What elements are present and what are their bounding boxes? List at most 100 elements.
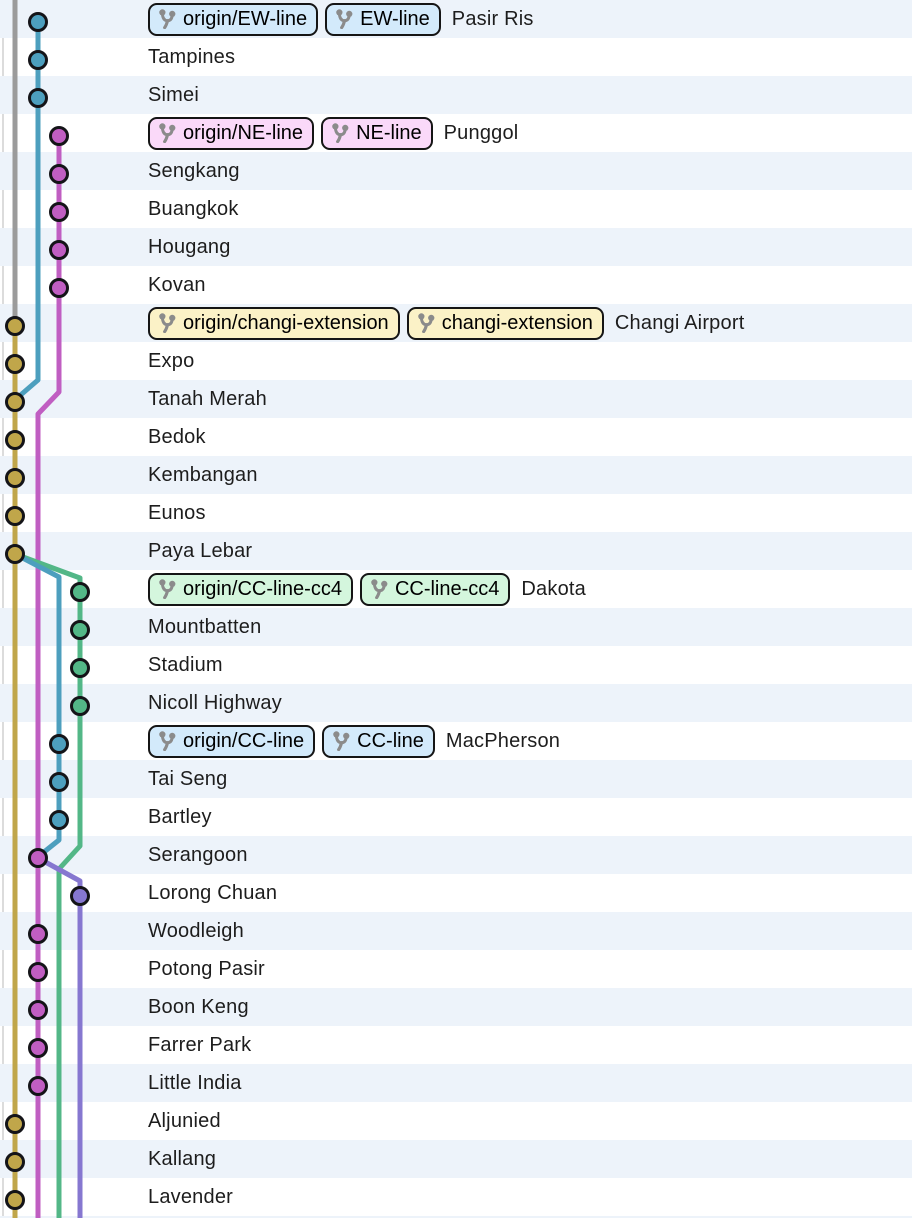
git-branch-icon xyxy=(159,123,176,143)
commit-row[interactable]: Eunos xyxy=(0,494,912,532)
commit-row[interactable]: origin/CC-line-cc4 CC-line-cc4 Dakota xyxy=(0,570,912,608)
commit-row[interactable]: Aljunied xyxy=(0,1102,912,1140)
branch-badge-cc-line[interactable]: CC-line xyxy=(322,724,435,758)
branch-badge-origin-ne-line[interactable]: origin/NE-line xyxy=(148,116,315,150)
commit-row[interactable]: origin/NE-line NE-line Punggol xyxy=(0,114,912,152)
git-branch-icon xyxy=(159,313,176,333)
branch-badge-changi-extension[interactable]: changi-extension xyxy=(406,306,604,340)
commit-row[interactable]: Sengkang xyxy=(0,152,912,190)
commit-dot-buangkok[interactable] xyxy=(49,202,69,222)
commit-row[interactable]: Lavender xyxy=(0,1178,912,1216)
commit-dot-woodleigh[interactable] xyxy=(28,924,48,944)
commit-station-label: Kovan xyxy=(148,273,206,296)
commit-dot-dakota[interactable] xyxy=(70,582,90,602)
commit-dot-punggol[interactable] xyxy=(49,126,69,146)
branch-badge-label: EW-line xyxy=(360,7,430,30)
commit-row[interactable]: origin/changi-extension changi-extension… xyxy=(0,304,912,342)
commit-station-label: Tai Seng xyxy=(148,767,228,790)
commit-station-label: Pasir Ris xyxy=(451,7,534,30)
git-branch-icon xyxy=(371,579,388,599)
commit-dot-changi-airport[interactable] xyxy=(5,316,25,336)
commit-station-label: Buangkok xyxy=(148,197,239,220)
commit-dot-aljunied[interactable] xyxy=(5,1114,25,1134)
commit-row[interactable]: Tanah Merah xyxy=(0,380,912,418)
commit-dot-paya-lebar[interactable] xyxy=(5,544,25,564)
commit-row[interactable]: Bedok xyxy=(0,418,912,456)
commit-row[interactable]: Nicoll Highway xyxy=(0,684,912,722)
branch-badge-label: origin/CC-line-cc4 xyxy=(183,577,342,600)
commit-dot-boon-keng[interactable] xyxy=(28,1000,48,1020)
commit-dot-sengkang[interactable] xyxy=(49,164,69,184)
commit-dot-expo[interactable] xyxy=(5,354,25,374)
branch-badge-origin-changi-extension[interactable]: origin/changi-extension xyxy=(148,306,400,340)
commit-station-label: Paya Lebar xyxy=(148,539,253,562)
commit-station-label: Serangoon xyxy=(148,843,248,866)
commit-row[interactable]: Hougang xyxy=(0,228,912,266)
commit-row[interactable]: Kallang xyxy=(0,1140,912,1178)
commit-dot-potong-pasir[interactable] xyxy=(28,962,48,982)
commit-row[interactable]: Expo xyxy=(0,342,912,380)
commit-dot-hougang[interactable] xyxy=(49,240,69,260)
git-branch-icon xyxy=(159,579,176,599)
commit-row[interactable]: Woodleigh xyxy=(0,912,912,950)
branch-badge-origin-cc-line[interactable]: origin/CC-line xyxy=(148,724,316,758)
commit-row[interactable]: origin/CC-line CC-line MacPherson xyxy=(0,722,912,760)
commit-dot-eunos[interactable] xyxy=(5,506,25,526)
commit-dot-kallang[interactable] xyxy=(5,1152,25,1172)
commit-row[interactable]: Farrer Park xyxy=(0,1026,912,1064)
commit-dot-bedok[interactable] xyxy=(5,430,25,450)
commit-dot-tanah-merah[interactable] xyxy=(5,392,25,412)
commit-station-label: MacPherson xyxy=(445,729,561,752)
branch-badge-cc-line-cc4[interactable]: CC-line-cc4 xyxy=(359,572,511,606)
commit-row[interactable]: origin/EW-line EW-line Pasir Ris xyxy=(0,0,912,38)
commit-dot-farrer-park[interactable] xyxy=(28,1038,48,1058)
commit-dot-tampines[interactable] xyxy=(28,50,48,70)
commit-row[interactable]: Simei xyxy=(0,76,912,114)
commit-row[interactable]: Kovan xyxy=(0,266,912,304)
commit-row[interactable]: Stadium xyxy=(0,646,912,684)
commit-row[interactable]: Mountbatten xyxy=(0,608,912,646)
commit-station-label: Woodleigh xyxy=(148,919,244,942)
commit-dot-nicoll-highway[interactable] xyxy=(70,696,90,716)
commit-station-label: Tanah Merah xyxy=(148,387,267,410)
branch-badge-origin-ew-line[interactable]: origin/EW-line xyxy=(148,2,319,36)
commit-dot-macpherson[interactable] xyxy=(49,734,69,754)
commit-dot-kembangan[interactable] xyxy=(5,468,25,488)
commit-station-label: Sengkang xyxy=(148,159,240,182)
commit-row[interactable]: Tai Seng xyxy=(0,760,912,798)
branch-badge-ew-line[interactable]: EW-line xyxy=(325,2,441,36)
commit-station-label: Expo xyxy=(148,349,195,372)
commit-station-label: Lavender xyxy=(148,1185,233,1208)
branch-badge-origin-cc-line-cc4[interactable]: origin/CC-line-cc4 xyxy=(148,572,353,606)
git-branch-icon xyxy=(332,123,349,143)
commit-row[interactable]: Kembangan xyxy=(0,456,912,494)
commit-dot-serangoon[interactable] xyxy=(28,848,48,868)
commit-dot-pasir-ris[interactable] xyxy=(28,12,48,32)
git-branch-icon xyxy=(333,731,350,751)
commit-row[interactable]: Boon Keng xyxy=(0,988,912,1026)
commit-dot-lorong-chuan[interactable] xyxy=(70,886,90,906)
commit-station-label: Dakota xyxy=(521,577,586,600)
commit-dot-kovan[interactable] xyxy=(49,278,69,298)
commit-row[interactable]: Lorong Chuan xyxy=(0,874,912,912)
commit-dot-mountbatten[interactable] xyxy=(70,620,90,640)
commit-row[interactable]: Tampines xyxy=(0,38,912,76)
commit-dot-lavender[interactable] xyxy=(5,1190,25,1210)
commit-dot-tai-seng[interactable] xyxy=(49,772,69,792)
commit-row[interactable]: Paya Lebar xyxy=(0,532,912,570)
commit-station-label: Kallang xyxy=(148,1147,217,1170)
commit-row[interactable]: Potong Pasir xyxy=(0,950,912,988)
commit-row[interactable]: Little India xyxy=(0,1064,912,1102)
commit-dot-little-india[interactable] xyxy=(28,1076,48,1096)
commit-row[interactable]: Serangoon xyxy=(0,836,912,874)
commit-station-label: Simei xyxy=(148,83,200,106)
commit-dot-simei[interactable] xyxy=(28,88,48,108)
commit-dot-stadium[interactable] xyxy=(70,658,90,678)
commit-station-label: Boon Keng xyxy=(148,995,249,1018)
commit-row[interactable]: Bartley xyxy=(0,798,912,836)
commit-dot-bartley[interactable] xyxy=(49,810,69,830)
branch-badge-label: origin/NE-line xyxy=(183,121,304,144)
commit-row[interactable]: Buangkok xyxy=(0,190,912,228)
branch-badge-ne-line[interactable]: NE-line xyxy=(321,116,433,150)
commit-station-label: Tampines xyxy=(148,45,236,68)
